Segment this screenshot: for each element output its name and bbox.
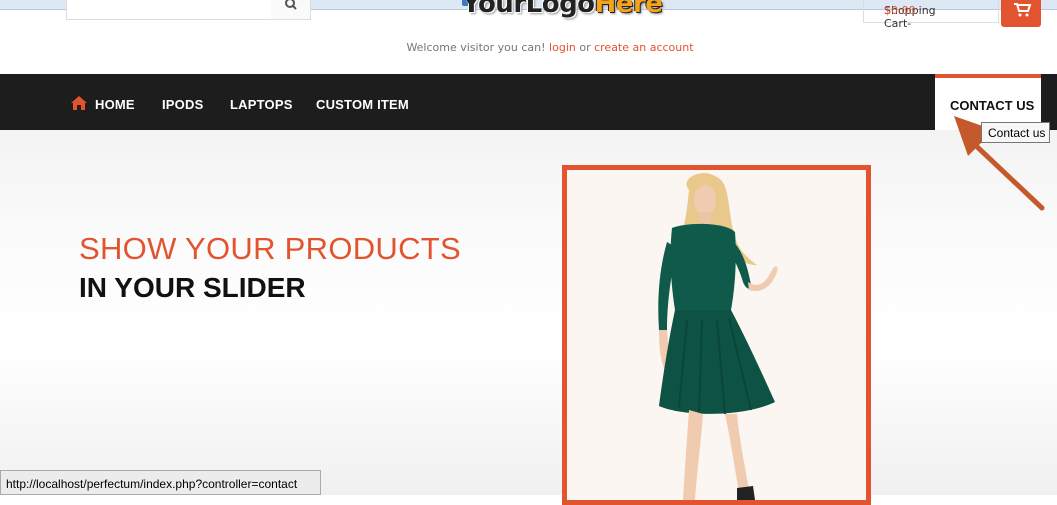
search-icon [285,0,297,10]
contact-us-tooltip: Contact us [981,122,1050,143]
create-account-link[interactable]: create an account [594,41,693,54]
status-url: http://localhost/perfectum/index.php?con… [6,477,298,491]
search-input[interactable] [66,0,273,20]
site-logo[interactable]: YourLogoHere [462,0,663,21]
slider-product-image[interactable] [562,165,871,505]
cart-amount: $0.00 [884,4,916,17]
slider-subheading: IN YOUR SLIDER [79,272,306,303]
home-icon[interactable] [70,95,88,111]
nav-item-custom-item[interactable]: CUSTOM ITEM [316,97,409,112]
tooltip-text: Contact us [988,126,1046,140]
login-link[interactable]: login [549,41,576,54]
welcome-text: Welcome visitor you can! [406,41,550,54]
shopping-cart-summary[interactable]: Shopping Cart- $0.00 [863,0,999,30]
cart-button[interactable] [1001,0,1041,27]
browser-status-bar: http://localhost/perfectum/index.php?con… [0,470,321,495]
slider-heading: SHOW YOUR PRODUCTS [79,231,462,266]
cart-icon [1014,3,1032,17]
model-in-green-dress-image [567,170,866,500]
nav-item-ipods[interactable]: IPODS [162,97,203,112]
nav-item-laptops[interactable]: LAPTOPS [230,97,293,112]
nav-item-home[interactable]: HOME [95,97,135,112]
main-nav [0,74,1057,130]
welcome-or-text: or [575,41,595,54]
hero-slider [0,130,1057,495]
welcome-message: Welcome visitor you can! login or create… [0,41,1057,54]
search-button[interactable] [271,0,311,20]
